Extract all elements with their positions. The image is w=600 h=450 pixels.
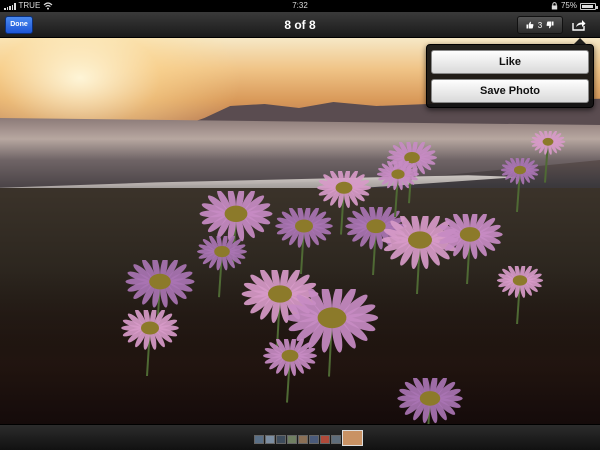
filmstrip-thumbnail[interactable] (265, 435, 275, 444)
battery-icon (580, 2, 598, 10)
save-photo-button[interactable]: Save Photo (431, 79, 589, 103)
top-toolbar: Done 8 of 8 3 (0, 12, 600, 38)
thumbs-up-icon (526, 21, 534, 29)
filmstrip-thumbnail[interactable] (276, 435, 286, 444)
battery-level (582, 4, 593, 8)
status-time: 7:32 (292, 1, 308, 10)
filmstrip-thumbnail[interactable] (287, 435, 297, 444)
battery-percent: 75% (560, 1, 577, 10)
flower-graphic (120, 310, 180, 376)
like-button[interactable]: Like (431, 50, 589, 74)
flower-graphic (530, 131, 566, 183)
filmstrip-thumbnail[interactable] (309, 435, 319, 444)
thumbnail-strip[interactable] (254, 430, 363, 446)
flower-graphic (262, 339, 318, 403)
page-title: 8 of 8 (284, 18, 316, 32)
done-button[interactable]: Done (5, 16, 33, 34)
flower-graphic (396, 377, 464, 424)
like-count-button[interactable]: 3 (517, 16, 563, 34)
share-icon (572, 20, 586, 31)
bottom-filmstrip-bar (0, 424, 600, 450)
filmstrip-thumbnail[interactable] (320, 435, 330, 444)
filmstrip-thumbnail-current[interactable] (342, 430, 363, 446)
flower-graphic (196, 236, 248, 298)
flower-graphic (436, 213, 504, 285)
filmstrip-thumbnail[interactable] (298, 435, 308, 444)
flower-graphic (376, 160, 420, 218)
filmstrip-thumbnail[interactable] (331, 435, 341, 444)
lock-icon (551, 2, 558, 10)
like-count: 3 (537, 20, 543, 30)
status-bar: TRUE 7:32 75% (0, 0, 600, 12)
flower-graphic (496, 265, 544, 325)
share-popover: Like Save Photo (426, 38, 594, 108)
thumbs-down-icon (546, 21, 554, 29)
status-right: 75% (551, 0, 598, 12)
filmstrip-thumbnail[interactable] (254, 435, 264, 444)
share-button[interactable] (567, 16, 591, 34)
